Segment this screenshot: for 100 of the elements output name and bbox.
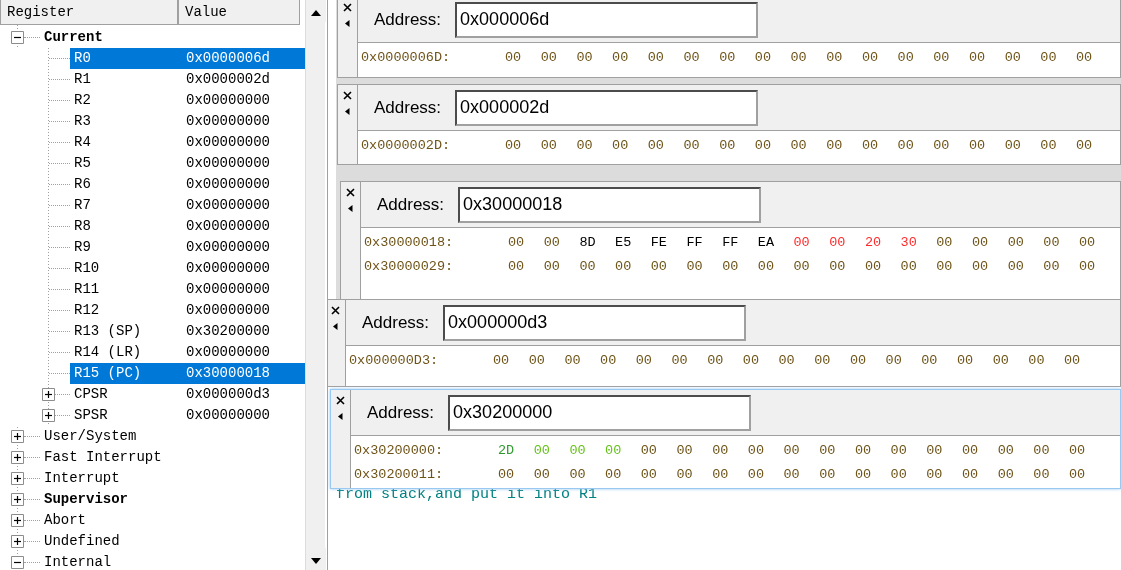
tree-item[interactable]: Current: [40, 27, 305, 48]
byte-value: 00: [819, 467, 836, 482]
triangle-left-icon[interactable]: [333, 323, 338, 330]
triangle-left-icon[interactable]: [348, 205, 353, 212]
tree-item[interactable]: Internal: [40, 552, 305, 570]
register-value: 0x0000002d: [186, 70, 270, 89]
tree-item[interactable]: R13 (SP) 0x30200000: [70, 321, 305, 342]
tree-item[interactable]: R11 0x00000000: [70, 279, 305, 300]
tree-item[interactable]: R5 0x00000000: [70, 153, 305, 174]
byte-value: 00: [926, 443, 943, 458]
byte-value: 00: [671, 353, 688, 368]
tree-item[interactable]: R9 0x00000000: [70, 237, 305, 258]
tree-item[interactable]: R15 (PC) 0x30000018: [70, 363, 305, 384]
expand-icon[interactable]: [11, 472, 24, 485]
close-icon[interactable]: [343, 91, 352, 100]
tree-item[interactable]: R1 0x0000002d: [70, 69, 305, 90]
close-icon[interactable]: [343, 3, 352, 12]
expand-icon[interactable]: [42, 388, 55, 401]
byte-value: 00: [864, 259, 882, 274]
byte-value: 00: [576, 138, 593, 153]
close-icon[interactable]: [346, 188, 355, 197]
expand-icon[interactable]: [42, 409, 55, 422]
memory-address: 0x30000018:: [364, 234, 455, 252]
byte-value: 00: [533, 443, 550, 458]
byte-value: 00: [564, 353, 581, 368]
address-field[interactable]: 0x30200000: [448, 394, 752, 431]
tree-item[interactable]: Interrupt: [40, 468, 305, 489]
byte-value: 8D: [579, 235, 596, 250]
byte-value: 00: [854, 467, 872, 482]
byte-value: 00: [612, 138, 629, 153]
triangle-left-icon[interactable]: [338, 413, 343, 420]
register-name: User/System: [44, 427, 138, 446]
byte-value: 00: [1004, 50, 1021, 65]
close-icon[interactable]: [331, 306, 340, 315]
expand-icon[interactable]: [11, 535, 24, 548]
byte-value: 00: [890, 443, 907, 458]
byte-value: 00: [1069, 443, 1086, 458]
byte-value: 00: [686, 259, 703, 274]
byte-value: 00: [783, 467, 800, 482]
byte-value: FE: [650, 235, 667, 250]
collapse-icon[interactable]: [11, 31, 24, 44]
byte-value: 00: [890, 467, 907, 482]
expand-icon[interactable]: [11, 514, 24, 527]
memory-address: 0x30200000:: [354, 442, 445, 460]
byte-value: 00: [1028, 353, 1045, 368]
byte-value: 00: [493, 353, 510, 368]
tree-item[interactable]: Supervisor: [40, 489, 305, 510]
address-field[interactable]: 0x000006d: [455, 1, 759, 38]
tree-item[interactable]: Abort: [40, 510, 305, 531]
tree-item[interactable]: Undefined: [40, 531, 305, 552]
tree-item[interactable]: CPSR 0x000000d3: [70, 384, 305, 405]
register-name: Abort: [44, 511, 87, 530]
triangle-left-icon[interactable]: [345, 108, 350, 115]
tree-item[interactable]: R6 0x00000000: [70, 174, 305, 195]
triangle-left-icon[interactable]: [345, 20, 350, 27]
caret-down-icon: [310, 556, 322, 565]
expand-icon[interactable]: [11, 451, 24, 464]
byte-value: 00: [528, 353, 545, 368]
tree-item[interactable]: SPSR 0x00000000: [70, 405, 305, 426]
byte-value: 00: [971, 259, 989, 274]
register-name: R0: [74, 49, 92, 68]
address-label: Address:: [367, 401, 435, 424]
tree-item[interactable]: R0 0x0000006d: [70, 48, 305, 69]
tree-item[interactable]: R8 0x00000000: [70, 216, 305, 237]
byte-value: 00: [1079, 235, 1096, 250]
tree-item[interactable]: User/System: [40, 426, 305, 447]
register-value: 0x00000000: [186, 175, 270, 194]
tree-item[interactable]: R2 0x00000000: [70, 90, 305, 111]
expand-icon[interactable]: [11, 493, 24, 506]
tree-item[interactable]: R12 0x00000000: [70, 300, 305, 321]
tree-item[interactable]: R14 (LR) 0x00000000: [70, 342, 305, 363]
tree-item[interactable]: R7 0x00000000: [70, 195, 305, 216]
column-header[interactable]: Value: [178, 0, 300, 25]
byte-value: 00: [742, 353, 759, 368]
byte-value: 00: [997, 443, 1014, 458]
collapse-icon[interactable]: [11, 556, 24, 569]
column-header[interactable]: Register: [0, 0, 178, 25]
byte-value: 00: [540, 50, 557, 65]
register-value: 0x00000000: [186, 406, 270, 425]
register-value: 0x00000000: [186, 154, 270, 173]
address-field[interactable]: 0x30000018: [458, 186, 762, 223]
tree-item[interactable]: R3 0x00000000: [70, 111, 305, 132]
byte-value: 00: [569, 443, 586, 458]
byte-value: 00: [605, 443, 622, 458]
byte-value: 00: [926, 467, 943, 482]
byte-value: 00: [505, 138, 522, 153]
address-field[interactable]: 0x000002d: [455, 89, 759, 126]
byte-value: 00: [722, 259, 739, 274]
tree-item[interactable]: R4 0x00000000: [70, 132, 305, 153]
tree-item[interactable]: Fast Interrupt: [40, 447, 305, 468]
byte-value: 00: [605, 467, 622, 482]
register-name: R5: [74, 154, 92, 173]
address-field[interactable]: 0x000000d3: [443, 304, 747, 341]
byte-value: 00: [971, 235, 989, 250]
tree-item[interactable]: R10 0x00000000: [70, 258, 305, 279]
byte-value: 00: [1043, 259, 1060, 274]
byte-value: 00: [579, 259, 596, 274]
close-icon[interactable]: [336, 396, 345, 405]
byte-value: 00: [747, 467, 764, 482]
expand-icon[interactable]: [11, 430, 24, 443]
